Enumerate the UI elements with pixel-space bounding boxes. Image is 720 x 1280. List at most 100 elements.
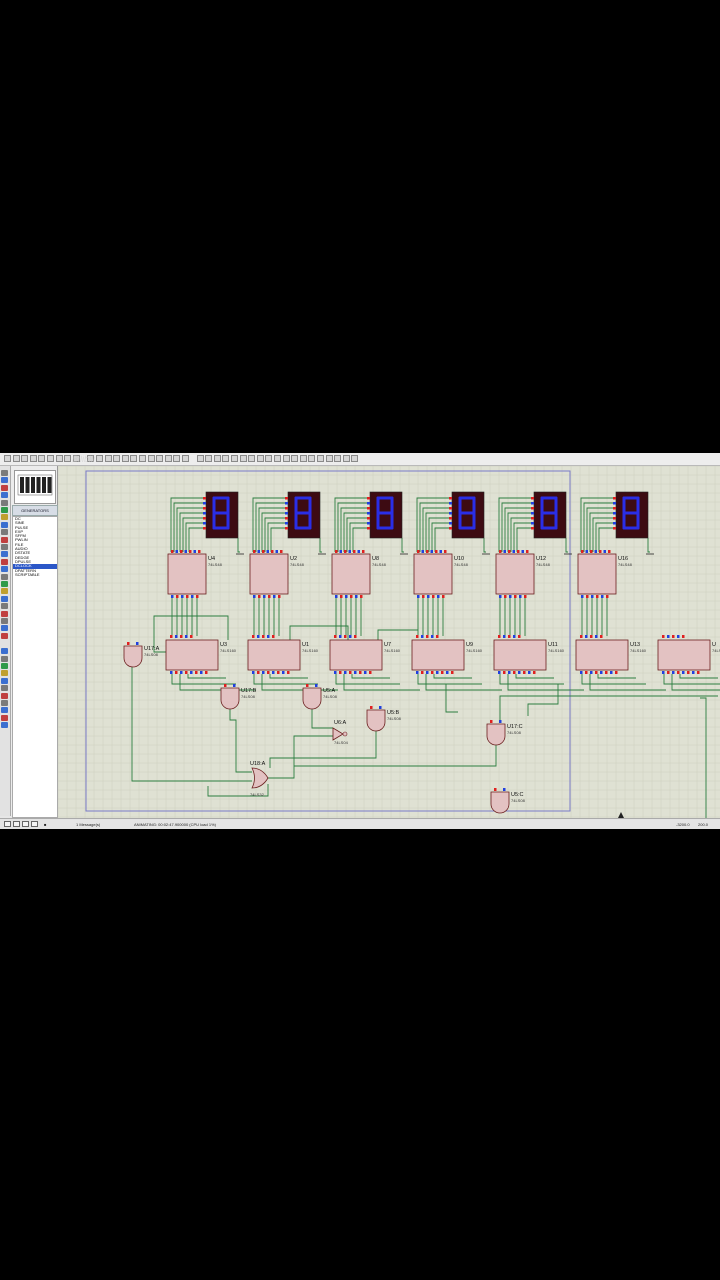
and-gate[interactable] bbox=[123, 645, 143, 668]
toolbar-button[interactable] bbox=[113, 455, 121, 462]
mode-tool-icon[interactable] bbox=[1, 707, 8, 714]
toolbar-button[interactable] bbox=[334, 455, 342, 462]
toolbar-button[interactable] bbox=[291, 455, 299, 462]
toolbar-button[interactable] bbox=[147, 455, 155, 462]
toolbar-button[interactable] bbox=[265, 455, 273, 462]
and-gate[interactable] bbox=[366, 709, 386, 732]
toolbar-button[interactable] bbox=[21, 455, 29, 462]
counter-chip[interactable] bbox=[165, 639, 219, 671]
mode-tool-icon[interactable] bbox=[1, 544, 8, 550]
decoder-chip[interactable] bbox=[413, 553, 453, 595]
mode-tool-icon[interactable] bbox=[1, 573, 8, 580]
toolbar-button[interactable] bbox=[139, 455, 146, 462]
mode-tool-icon[interactable] bbox=[1, 581, 8, 587]
counter-chip[interactable] bbox=[411, 639, 465, 671]
step-button[interactable] bbox=[13, 821, 20, 827]
mode-tool-icon[interactable] bbox=[1, 618, 8, 624]
decoder-chip[interactable] bbox=[495, 553, 535, 595]
play-button[interactable] bbox=[4, 821, 11, 827]
counter-chip[interactable] bbox=[575, 639, 629, 671]
toolbar-button[interactable] bbox=[47, 455, 54, 462]
decoder-chip[interactable] bbox=[167, 553, 207, 595]
mode-tool-icon[interactable] bbox=[1, 521, 8, 528]
toolbar-button[interactable] bbox=[29, 455, 37, 462]
mode-tool-icon[interactable] bbox=[1, 507, 8, 513]
toolbar-button[interactable] bbox=[173, 455, 181, 462]
mode-tool-icon[interactable] bbox=[1, 558, 8, 565]
mode-tool-icon[interactable] bbox=[1, 625, 8, 632]
mode-tool-icon[interactable] bbox=[1, 477, 8, 484]
mode-tool-icon[interactable] bbox=[1, 484, 8, 491]
mode-tool-icon[interactable] bbox=[1, 648, 8, 655]
toolbar-button[interactable] bbox=[196, 455, 204, 462]
toolbar-button[interactable] bbox=[55, 455, 63, 462]
toolbar-button[interactable] bbox=[38, 455, 46, 462]
mode-tool-icon[interactable] bbox=[1, 595, 8, 602]
schematic-canvas[interactable]: U4 74LS48 U2 74LS48 U8 74LS48 U10 74LS48 U12 74LS… bbox=[57, 465, 720, 818]
mode-tool-icon[interactable] bbox=[1, 700, 8, 706]
toolbar-button[interactable] bbox=[205, 455, 213, 462]
decoder-chip[interactable] bbox=[249, 553, 289, 595]
toolbar-button[interactable] bbox=[274, 455, 281, 462]
mode-tool-icon[interactable] bbox=[1, 685, 8, 692]
toolbar-button[interactable] bbox=[325, 455, 333, 462]
schematic-svg[interactable]: U474LS48U274LS48U874LS48U1074LS48U1274LS… bbox=[57, 465, 720, 818]
toolbar-button[interactable] bbox=[156, 455, 164, 462]
mode-tool-icon[interactable] bbox=[1, 551, 8, 558]
generator-item[interactable]: SCRIPTABLE bbox=[13, 572, 57, 577]
toolbar-button[interactable] bbox=[299, 455, 307, 462]
toolbar-button[interactable] bbox=[317, 455, 324, 462]
mode-tool-icon[interactable] bbox=[1, 677, 8, 684]
mode-tool-icon[interactable] bbox=[1, 610, 8, 617]
toolbar-button[interactable] bbox=[104, 455, 112, 462]
counter-chip[interactable] bbox=[247, 639, 301, 671]
mode-tool-icon[interactable] bbox=[1, 499, 8, 506]
toolbar-button[interactable] bbox=[64, 455, 72, 462]
and-gate[interactable] bbox=[220, 687, 240, 710]
toolbar-button[interactable] bbox=[308, 455, 316, 462]
toolbar-button[interactable] bbox=[222, 455, 230, 462]
counter-chip[interactable] bbox=[493, 639, 547, 671]
counter-chip[interactable] bbox=[329, 639, 383, 671]
toolbar-button[interactable] bbox=[121, 455, 129, 462]
pause-button[interactable] bbox=[22, 821, 29, 827]
mode-tool-icon[interactable] bbox=[1, 663, 8, 669]
toolbar-button[interactable] bbox=[164, 455, 172, 462]
decoder-chip[interactable] bbox=[331, 553, 371, 595]
toolbar-button[interactable] bbox=[130, 455, 138, 462]
mode-tool-icon[interactable] bbox=[1, 470, 8, 476]
mode-tool-icon[interactable] bbox=[1, 603, 8, 610]
counter-chip[interactable] bbox=[657, 639, 711, 671]
mode-tool-icon[interactable] bbox=[1, 714, 8, 721]
toolbar-button[interactable] bbox=[96, 455, 103, 462]
messages-count[interactable]: 1 Message(s) bbox=[76, 819, 100, 829]
toolbar-button[interactable] bbox=[256, 455, 264, 462]
and-gate[interactable] bbox=[302, 687, 322, 710]
mode-tool-icon[interactable] bbox=[1, 529, 8, 536]
mode-tool-icon[interactable] bbox=[1, 566, 8, 573]
mode-tool-icon[interactable] bbox=[1, 722, 8, 729]
mode-tool-icon[interactable] bbox=[1, 692, 8, 699]
mode-tool-icon[interactable] bbox=[1, 588, 8, 595]
toolbar-button[interactable] bbox=[231, 455, 238, 462]
mode-tool-icon[interactable] bbox=[1, 536, 8, 543]
toolbar-button[interactable] bbox=[239, 455, 247, 462]
mode-tool-icon[interactable] bbox=[1, 514, 8, 521]
toolbar-button[interactable] bbox=[342, 455, 350, 462]
mode-tool-icon[interactable] bbox=[1, 632, 8, 639]
and-gate[interactable] bbox=[486, 723, 506, 746]
and-gate[interactable] bbox=[490, 791, 510, 814]
toolbar-button[interactable] bbox=[213, 455, 221, 462]
mode-tool-icon[interactable] bbox=[1, 492, 8, 499]
toolbar-button[interactable] bbox=[4, 455, 11, 462]
toolbar-button[interactable] bbox=[248, 455, 256, 462]
mode-tool-icon[interactable] bbox=[1, 655, 8, 662]
decoder-chip[interactable] bbox=[577, 553, 617, 595]
generator-list[interactable]: DC SINE PULSE EXP SFFM PWLIN FILE AUDIO DSTATE DE… bbox=[12, 516, 58, 818]
toolbar-button[interactable] bbox=[282, 455, 290, 462]
stop-button[interactable] bbox=[31, 821, 38, 827]
mode-tool-icon[interactable] bbox=[1, 670, 8, 677]
toolbar-button[interactable] bbox=[182, 455, 189, 462]
toolbar-button[interactable] bbox=[351, 455, 359, 462]
toolbar-button[interactable] bbox=[12, 455, 20, 462]
